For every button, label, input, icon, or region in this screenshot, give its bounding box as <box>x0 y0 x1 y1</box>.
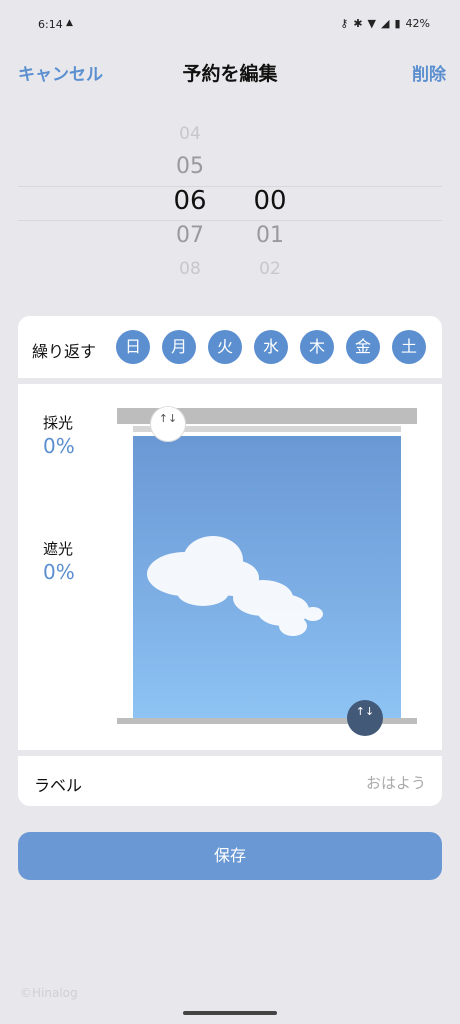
status-time: 6:14 <box>38 18 63 31</box>
cancel-button[interactable]: キャンセル <box>18 60 103 85</box>
notification-icon: ▲ <box>66 18 73 28</box>
battery-icon: ▮ <box>394 17 401 30</box>
day-friday[interactable]: 金 <box>346 330 380 364</box>
daylight-value: 0% <box>43 434 75 458</box>
watermark: ©Hinalog <box>20 986 78 1000</box>
shade-control-panel: 採光 0% 遮光 0% ↑↓ ↑↓ <box>18 384 442 750</box>
battery-percent: 42% <box>405 17 430 30</box>
up-down-arrows-icon: ↑↓ <box>158 412 178 425</box>
day-sunday[interactable]: 日 <box>116 330 150 364</box>
repeat-row: 繰り返す 日 月 火 水 木 金 土 <box>18 316 442 378</box>
shading-value: 0% <box>43 560 75 584</box>
key-icon: ⚷ <box>340 17 349 30</box>
label-title: ラベル <box>34 776 83 795</box>
hour-selected[interactable]: 06 <box>160 186 220 216</box>
picker-selection-line-bottom <box>18 220 442 221</box>
delete-button[interactable]: 削除 <box>412 60 446 85</box>
day-monday[interactable]: 月 <box>162 330 196 364</box>
hour-option[interactable]: 05 <box>160 154 220 179</box>
day-tuesday[interactable]: 火 <box>208 330 242 364</box>
picker-selection-line-top <box>18 186 442 187</box>
hour-option[interactable]: 08 <box>160 259 220 279</box>
header: キャンセル 予約を編集 削除 <box>0 56 460 88</box>
time-picker[interactable]: 04 05 06 07 08 00 01 02 <box>18 112 442 304</box>
daylight-label: 採光 <box>43 414 74 432</box>
minute-option[interactable]: 01 <box>240 223 300 248</box>
label-input[interactable]: おはよう <box>366 772 426 793</box>
bottom-slider-handle[interactable]: ↑↓ <box>347 700 383 736</box>
day-thursday[interactable]: 木 <box>300 330 334 364</box>
minute-selected[interactable]: 00 <box>240 186 300 216</box>
minute-option[interactable]: 02 <box>240 259 300 279</box>
top-slider-handle[interactable]: ↑↓ <box>150 406 186 442</box>
cloud-image <box>147 536 323 636</box>
save-button[interactable]: 保存 <box>18 832 442 880</box>
status-bar: 6:14 ▲ ⚷ ✱ ▼ ◢ ▮ 42% <box>0 0 460 48</box>
label-row[interactable]: ラベル おはよう <box>18 756 442 806</box>
signal-icon: ◢ <box>381 17 390 30</box>
up-down-arrows-icon: ↑↓ <box>355 705 375 718</box>
status-icons: ⚷ ✱ ▼ ◢ ▮ 42% <box>340 17 430 30</box>
repeat-label: 繰り返す <box>32 342 97 361</box>
bluetooth-icon: ✱ <box>353 17 363 30</box>
day-wednesday[interactable]: 水 <box>254 330 288 364</box>
hour-option[interactable]: 04 <box>160 124 220 144</box>
hour-option[interactable]: 07 <box>160 223 220 248</box>
day-saturday[interactable]: 土 <box>392 330 426 364</box>
wifi-icon: ▼ <box>367 17 377 30</box>
window-sky-image <box>133 436 401 720</box>
shading-label: 遮光 <box>43 540 74 558</box>
home-indicator[interactable] <box>183 1011 277 1015</box>
